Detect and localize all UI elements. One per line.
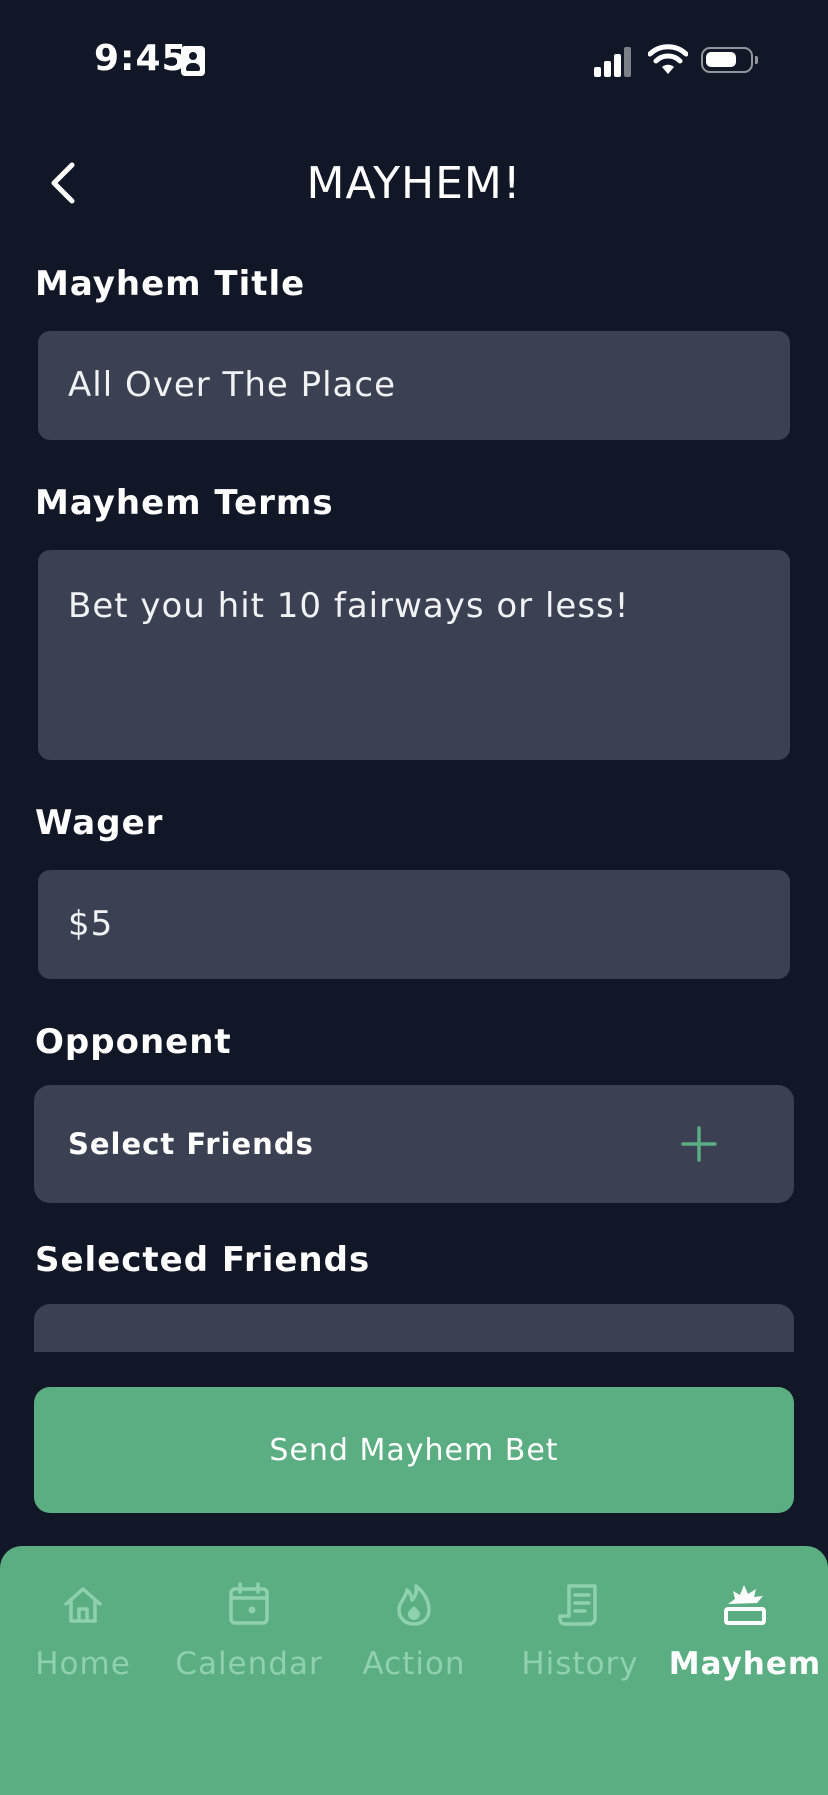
wifi-icon [648, 44, 688, 74]
battery-icon [701, 47, 758, 73]
calendar-icon [229, 1582, 269, 1625]
tab-home-label: Home [35, 1646, 131, 1682]
tab-home[interactable]: Home [0, 1546, 166, 1706]
tab-history[interactable]: History [497, 1546, 663, 1706]
select-friends-label: Select Friends [68, 1127, 314, 1161]
tab-action-label: Action [362, 1646, 466, 1682]
selected-friends-list [34, 1304, 794, 1352]
status-time: 9:45 [94, 38, 188, 79]
mayhem-title-input[interactable]: All Over The Place [38, 331, 790, 440]
opponent-label: Opponent [35, 1022, 232, 1062]
explosion-icon [724, 1585, 766, 1625]
page-title: MAYHEM! [306, 158, 522, 209]
status-bar: 9:45 [0, 0, 828, 120]
mayhem-title-label: Mayhem Title [35, 264, 306, 304]
tab-history-label: History [521, 1646, 639, 1682]
wager-label: Wager [35, 803, 164, 843]
receipt-icon [558, 1584, 597, 1626]
select-friends-button[interactable]: Select Friends [34, 1085, 794, 1203]
tab-mayhem-label: Mayhem [668, 1646, 822, 1682]
mayhem-terms-label: Mayhem Terms [35, 483, 334, 523]
mayhem-terms-input[interactable]: Bet you hit 10 fairways or less! [38, 550, 790, 760]
tab-action[interactable]: Action [331, 1546, 497, 1706]
tab-mayhem[interactable]: Mayhem [662, 1546, 828, 1706]
flame-icon [397, 1584, 431, 1626]
wager-input[interactable]: $5 [38, 870, 790, 979]
tab-bar: Home Calendar Action History Mayhem [0, 1546, 828, 1795]
cellular-signal-icon [594, 47, 634, 77]
send-mayhem-bet-button[interactable]: Send Mayhem Bet [34, 1387, 794, 1513]
home-icon [64, 1587, 102, 1623]
selected-friends-label: Selected Friends [35, 1240, 371, 1280]
tab-calendar-label: Calendar [175, 1646, 323, 1682]
tab-calendar[interactable]: Calendar [166, 1546, 332, 1706]
plus-icon [681, 1126, 717, 1162]
person-badge-icon [181, 46, 205, 76]
